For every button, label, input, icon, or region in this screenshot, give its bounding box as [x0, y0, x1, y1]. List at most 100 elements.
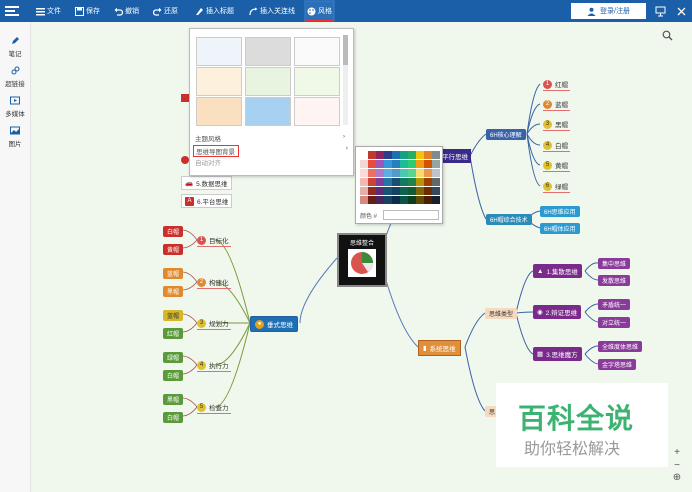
color-swatch[interactable]	[424, 187, 432, 195]
color-swatch[interactable]	[416, 169, 424, 177]
color-swatch[interactable]	[368, 178, 376, 186]
hat-1[interactable]: 1 红帽	[543, 79, 570, 91]
color-swatch[interactable]	[360, 187, 368, 195]
sub-concentrate[interactable]: 集中思维	[598, 258, 631, 269]
hat-2[interactable]: 2 蓝帽	[543, 99, 570, 111]
color-swatch[interactable]	[376, 169, 384, 177]
color-swatch[interactable]	[424, 196, 432, 204]
color-swatch[interactable]	[360, 196, 368, 204]
group-6h-core[interactable]: 6H核心理解	[486, 129, 526, 140]
tag-white-hat-2[interactable]: 白帽	[163, 370, 184, 381]
color-swatch[interactable]	[432, 187, 440, 195]
color-swatch[interactable]	[360, 151, 368, 159]
left-item-5[interactable]: 5 检查力	[197, 402, 231, 414]
tag-black-hat[interactable]: 黑帽	[163, 286, 184, 297]
color-swatch[interactable]	[408, 178, 416, 186]
color-swatch[interactable]	[408, 187, 416, 195]
leaf-platform-thinking[interactable]: A 6.平台思维	[181, 194, 233, 208]
zoom-in-button[interactable]: +	[670, 447, 684, 458]
left-item-2[interactable]: 2 构建化	[197, 277, 231, 289]
color-swatch[interactable]	[424, 169, 432, 177]
tag-blue-hat[interactable]: 蓝帽	[163, 268, 184, 279]
color-swatch[interactable]	[416, 151, 424, 159]
tech-item-1[interactable]: 6H思维应用	[540, 206, 580, 217]
sub-contradiction[interactable]: 矛盾统一	[598, 299, 631, 310]
system-item-1[interactable]: ▲ 1.集散思维	[533, 264, 582, 278]
theme-thumb-1[interactable]	[196, 37, 242, 66]
tech-item-2[interactable]: 6H帽体应用	[540, 223, 580, 234]
color-swatch[interactable]	[368, 160, 376, 168]
tag-blue-hat-2[interactable]: 蓝帽	[163, 310, 184, 321]
color-swatch[interactable]	[408, 160, 416, 168]
hat-3[interactable]: 3 黑帽	[543, 119, 570, 131]
system-item-2[interactable]: ◉ 2.辩证思维	[533, 305, 582, 319]
color-swatch[interactable]	[424, 160, 432, 168]
color-swatch[interactable]	[400, 151, 408, 159]
color-swatch[interactable]	[424, 151, 432, 159]
color-swatch[interactable]	[400, 196, 408, 204]
tag-green-hat[interactable]: 绿帽	[163, 352, 184, 363]
menu-mindmap-background[interactable]: 思维导图背景	[193, 145, 239, 157]
left-item-4[interactable]: 4 执行力	[197, 360, 231, 372]
tag-yellow-hat[interactable]: 黄帽	[163, 244, 184, 255]
theme-thumb-2[interactable]	[245, 37, 291, 66]
left-item-1[interactable]: 1 目标化	[197, 235, 231, 247]
color-swatch[interactable]	[360, 169, 368, 177]
tag-white-hat-3[interactable]: 白帽	[163, 412, 184, 423]
theme-thumb-6[interactable]	[294, 67, 340, 96]
color-swatch[interactable]	[416, 187, 424, 195]
tag-white-hat[interactable]: 白帽	[163, 226, 184, 237]
theme-thumb-7[interactable]	[196, 97, 242, 126]
sub-pyramid[interactable]: 金字塔思维	[598, 359, 637, 370]
color-swatch[interactable]	[432, 169, 440, 177]
color-swatch[interactable]	[368, 169, 376, 177]
group-thinking-types[interactable]: 思维类型	[485, 308, 518, 319]
color-swatch[interactable]	[408, 169, 416, 177]
theme-thumb-4[interactable]	[196, 67, 242, 96]
tag-black-hat-2[interactable]: 黑帽	[163, 394, 184, 405]
color-swatch[interactable]	[416, 178, 424, 186]
color-swatch[interactable]	[384, 196, 392, 204]
color-swatch[interactable]	[368, 151, 376, 159]
sub-opposition[interactable]: 对立统一	[598, 317, 631, 328]
theme-thumb-3[interactable]	[294, 37, 340, 66]
hat-5[interactable]: 5 黄帽	[543, 160, 570, 172]
theme-thumb-9[interactable]	[294, 97, 340, 126]
color-swatch[interactable]	[392, 187, 400, 195]
popup-scrollbar[interactable]	[343, 35, 348, 125]
color-swatch[interactable]	[432, 196, 440, 204]
theme-thumb-8[interactable]	[245, 97, 291, 126]
color-swatch[interactable]	[432, 160, 440, 168]
leaf-data-thinking[interactable]: 🚗 5.数据思维	[181, 176, 232, 190]
color-swatch[interactable]	[368, 196, 376, 204]
color-swatch[interactable]	[432, 178, 440, 186]
center-node[interactable]: 思维整合	[337, 233, 387, 287]
color-swatch[interactable]	[376, 187, 384, 195]
system-item-3[interactable]: ▦ 3.思维魔方	[533, 347, 582, 361]
color-swatch[interactable]	[392, 169, 400, 177]
color-swatch[interactable]	[360, 160, 368, 168]
color-swatch[interactable]	[368, 187, 376, 195]
color-swatch[interactable]	[424, 178, 432, 186]
search-icon[interactable]	[662, 30, 673, 43]
color-swatch[interactable]	[392, 178, 400, 186]
group-6h-tech[interactable]: 6H帽综合技术	[486, 214, 532, 225]
color-swatch[interactable]	[400, 160, 408, 168]
tag-red-hat[interactable]: 红帽	[163, 328, 184, 339]
color-swatch[interactable]	[376, 196, 384, 204]
color-swatch[interactable]	[384, 187, 392, 195]
color-swatch[interactable]	[376, 160, 384, 168]
color-swatch[interactable]	[384, 178, 392, 186]
zoom-fit-button[interactable]: ⊕	[670, 472, 684, 483]
color-swatch[interactable]	[400, 178, 408, 186]
color-swatch[interactable]	[408, 151, 416, 159]
hat-6[interactable]: 6 绿帽	[543, 181, 570, 193]
color-swatch[interactable]	[416, 196, 424, 204]
sub-full-dimension[interactable]: 全维度体思维	[598, 341, 643, 352]
color-swatch[interactable]	[384, 151, 392, 159]
color-swatch[interactable]	[376, 151, 384, 159]
color-swatch[interactable]	[416, 160, 424, 168]
color-swatch[interactable]	[400, 169, 408, 177]
color-swatch[interactable]	[384, 169, 392, 177]
color-swatch[interactable]	[408, 196, 416, 204]
